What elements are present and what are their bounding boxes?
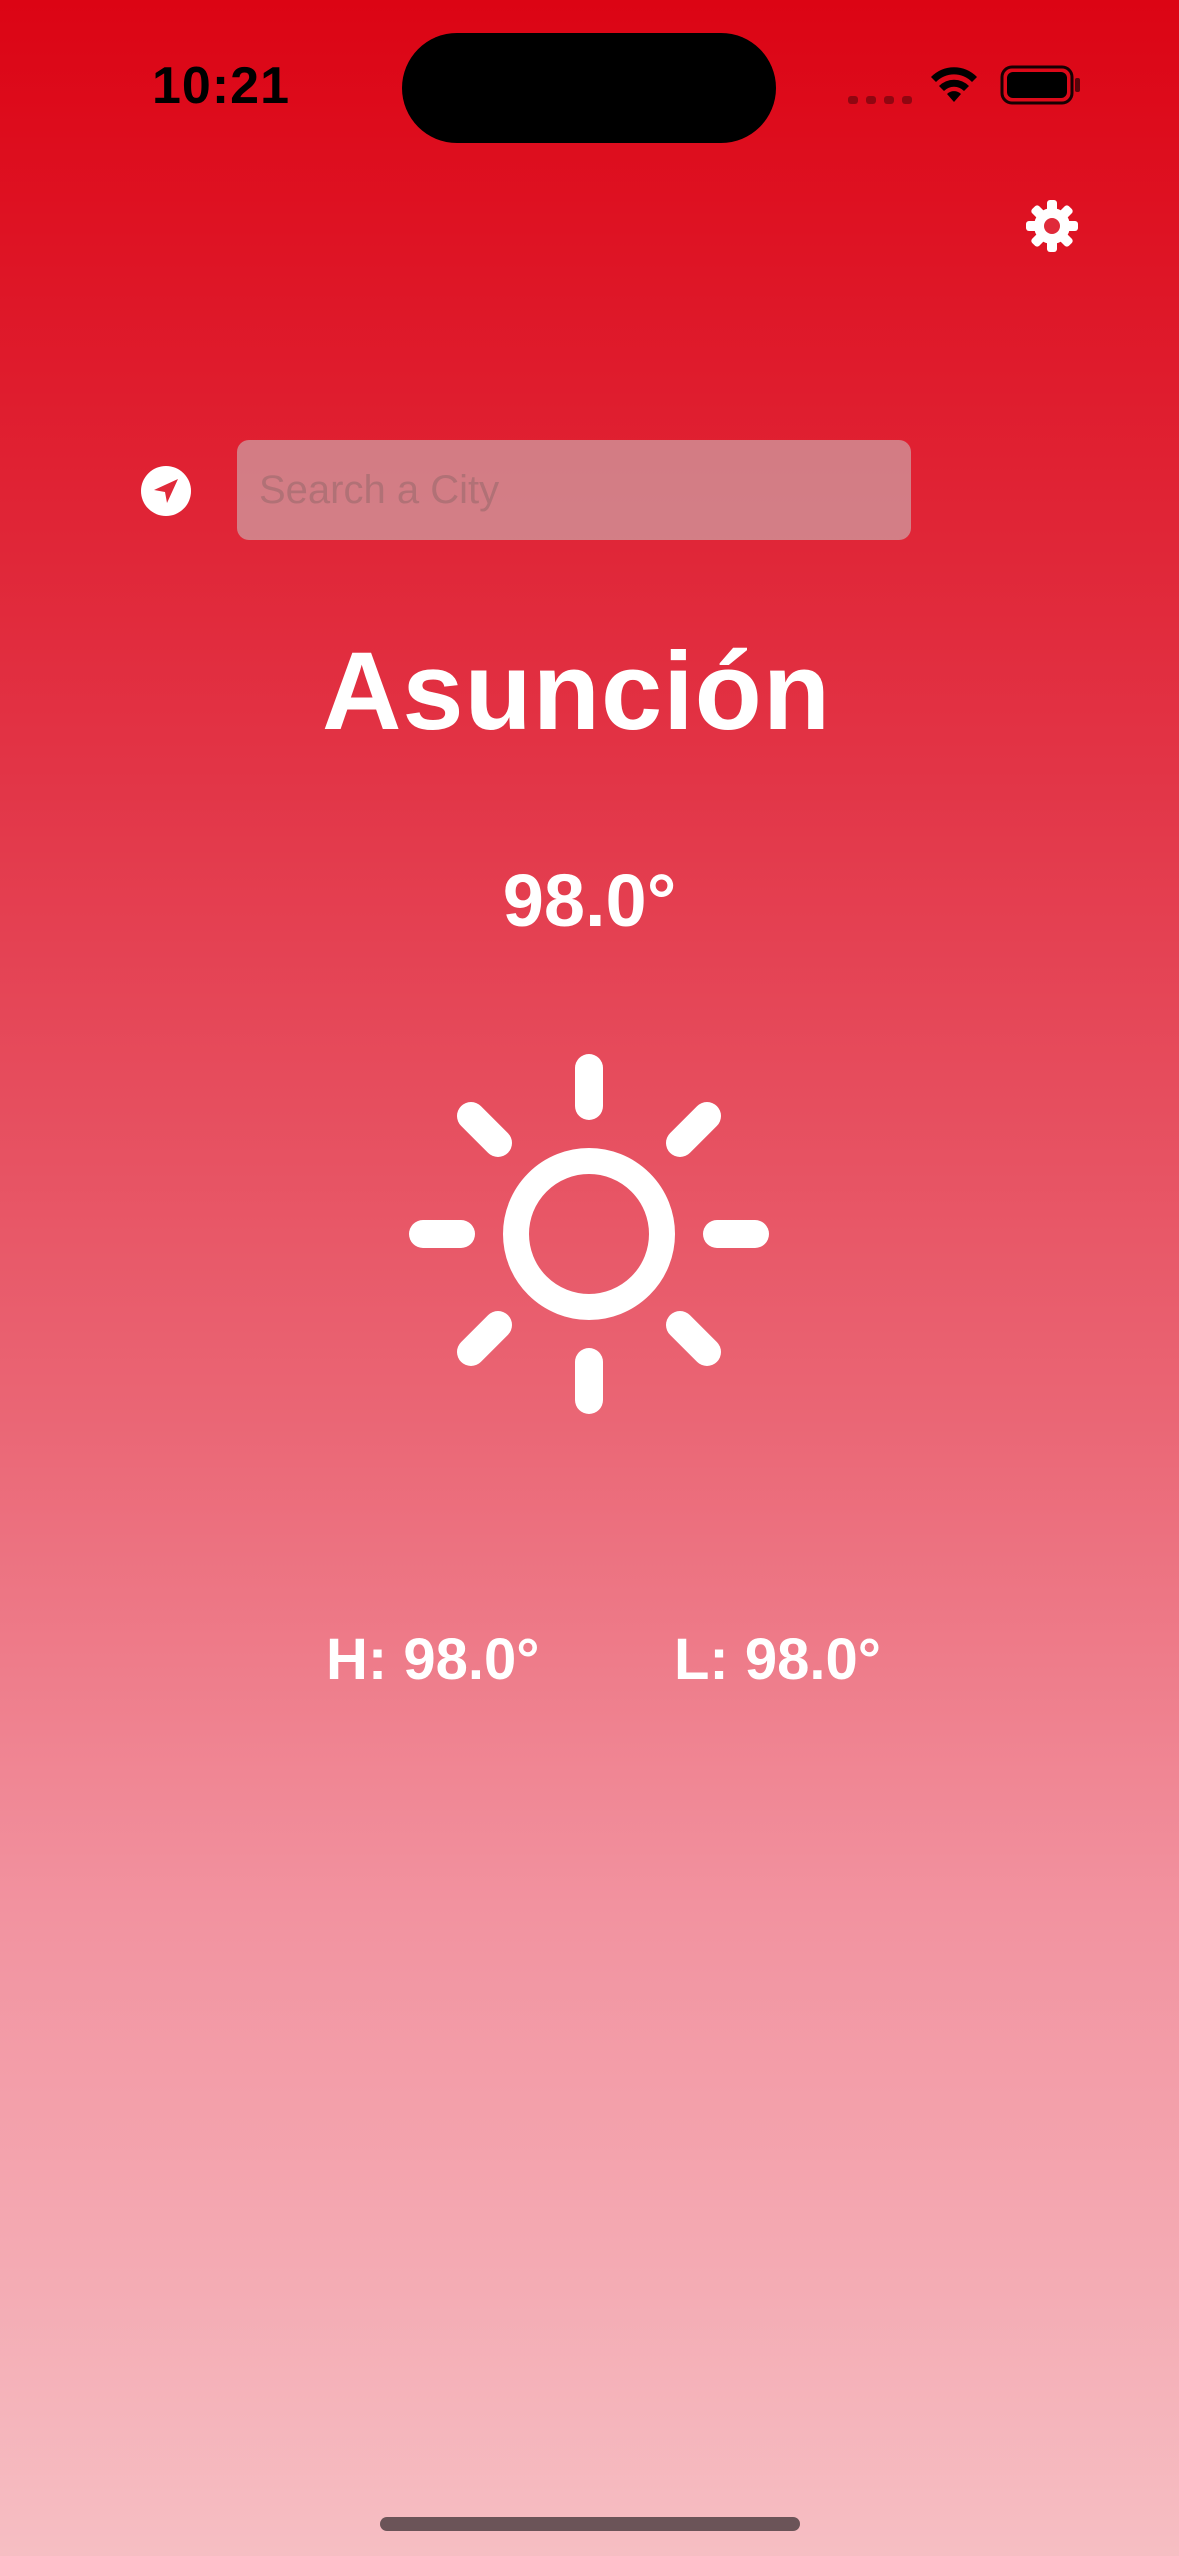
sun-icon — [409, 1054, 769, 1414]
wifi-icon — [931, 67, 977, 102]
home-indicator[interactable] — [380, 2517, 800, 2531]
low-temperature: L: 98.0° — [674, 1627, 881, 1692]
location-arrow-icon[interactable] — [140, 465, 192, 517]
cellular-signal-icon — [848, 96, 912, 104]
high-temperature: H: 98.0° — [326, 1627, 540, 1692]
status-indicators — [840, 60, 1085, 110]
search-input[interactable] — [237, 440, 911, 540]
current-temperature: 98.0° — [502, 859, 677, 942]
status-time: 10:21 — [152, 57, 290, 115]
gear-icon[interactable] — [1024, 198, 1080, 254]
city-name: Asunción — [321, 630, 832, 753]
dynamic-island — [402, 33, 776, 143]
battery-icon — [1000, 65, 1080, 105]
